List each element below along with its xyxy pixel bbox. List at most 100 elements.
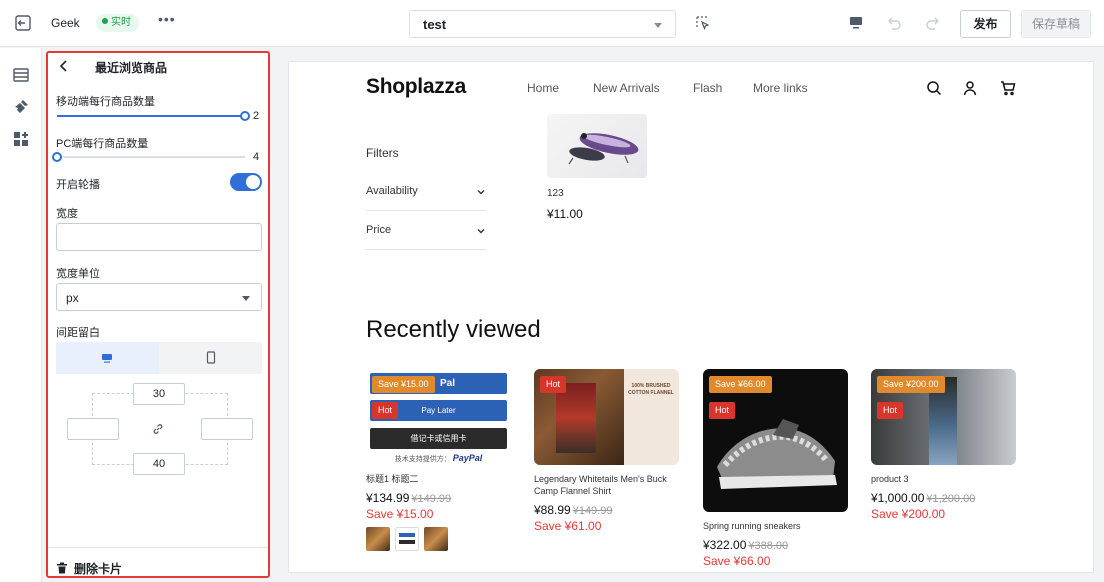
filter-price[interactable]: Price — [366, 224, 486, 236]
nav-new-arrivals[interactable]: New Arrivals — [593, 81, 660, 95]
carousel-toggle[interactable] — [230, 173, 262, 191]
card-price-row: ¥1,000.00 ¥1,200.00 — [871, 491, 1016, 505]
back-arrow-icon[interactable] — [58, 59, 70, 73]
paypal-brand: PayPal — [452, 453, 483, 463]
delete-card-button[interactable]: 删除卡片 — [56, 560, 123, 576]
width-unit-label: 宽度单位 — [56, 268, 100, 280]
product-card[interactable]: Save ¥66.00 Hot Spring running sneakers … — [703, 369, 848, 568]
exit-icon[interactable] — [14, 14, 32, 32]
spacing-top-input[interactable]: 30 — [133, 383, 185, 405]
card-product-name[interactable]: Legendary Whitetails Men's Buck Camp Fla… — [534, 473, 679, 497]
page-select[interactable]: test — [409, 10, 676, 38]
product-image[interactable]: Save ¥66.00 Hot — [703, 369, 848, 512]
variant-thumbnail[interactable] — [395, 527, 419, 551]
cart-icon[interactable] — [1000, 80, 1016, 96]
product-image[interactable]: Save ¥200.00 Hot — [871, 369, 1016, 465]
sections-icon[interactable] — [12, 66, 30, 84]
save-draft-button[interactable]: 保存草稿 — [1021, 10, 1091, 38]
chevron-down-icon — [242, 296, 250, 301]
mobile-per-row-slider[interactable] — [57, 111, 250, 121]
flannel-shirt-figure — [556, 383, 596, 453]
apps-icon[interactable] — [12, 130, 30, 148]
variant-thumbnails — [366, 527, 511, 551]
theme-style-icon[interactable] — [12, 98, 30, 116]
more-options-button[interactable]: ••• — [158, 11, 176, 27]
product-image[interactable] — [547, 114, 647, 178]
filter-price-label: Price — [366, 224, 392, 236]
chevron-down-icon — [477, 229, 485, 234]
card-compare-price: ¥1,200.00 — [926, 493, 976, 505]
status-dot-icon — [102, 18, 108, 24]
undo-icon[interactable] — [886, 15, 902, 31]
link-icon[interactable] — [152, 423, 164, 435]
element-picker-icon[interactable] — [696, 16, 710, 30]
page-select-value: test — [423, 17, 447, 32]
paypal-footer: 技术支持提供方： PayPal — [366, 453, 511, 464]
card-price-row: ¥88.99 ¥149.99 — [534, 503, 679, 517]
paypal-card-button: 借记卡或信用卡 — [370, 428, 507, 449]
product-image[interactable]: 100% BRUSHED COTTON FLANNEL Hot — [534, 369, 679, 465]
product-card[interactable]: 100% BRUSHED COTTON FLANNEL Hot Legendar… — [534, 369, 679, 533]
product-card[interactable]: Pal Pay Later 借记卡或信用卡 技术支持提供方： PayPal Sa… — [366, 369, 511, 551]
status-badge: 实时 — [96, 14, 139, 32]
card-price-row: ¥134.99 ¥149.99 — [366, 491, 511, 505]
store-logo[interactable]: Shoplazza — [366, 75, 466, 99]
width-unit-select[interactable]: px — [56, 283, 262, 311]
chevron-down-icon — [477, 190, 485, 195]
mobile-per-row-value: 2 — [253, 110, 260, 122]
pc-per-row-label: PC端每行商品数量 — [56, 138, 149, 150]
top-toolbar: Geek 实时 ••• test 发布 保存草稿 — [0, 0, 1104, 47]
search-icon[interactable] — [926, 80, 942, 96]
save-tag: Save ¥66.00 — [709, 376, 772, 393]
spacing-bottom-input[interactable]: 40 — [133, 453, 185, 475]
filter-availability[interactable]: Availability — [366, 185, 486, 197]
card-price: ¥88.99 — [534, 503, 571, 517]
hot-tag: Hot — [877, 402, 904, 419]
account-icon[interactable] — [962, 80, 978, 96]
status-badge-label: 实时 — [111, 17, 131, 28]
chevron-down-icon — [654, 23, 662, 28]
hot-tag: Hot — [540, 376, 567, 393]
pc-per-row-slider[interactable] — [52, 152, 245, 162]
thumb-stripe — [399, 533, 415, 537]
desktop-preview-icon[interactable] — [848, 15, 864, 31]
mobile-icon[interactable] — [205, 351, 217, 364]
carousel-label: 开启轮播 — [56, 179, 100, 191]
variant-thumbnail[interactable] — [424, 527, 448, 551]
variant-thumbnail[interactable] — [366, 527, 390, 551]
card-payment-label: 借记卡或信用卡 — [410, 434, 467, 443]
save-tag: Save ¥200.00 — [877, 376, 945, 393]
card-price: ¥322.00 — [703, 538, 747, 552]
slider-handle[interactable] — [240, 111, 250, 121]
card-price: ¥1,000.00 — [871, 491, 925, 505]
spacing-left-input[interactable] — [67, 418, 119, 440]
publish-button[interactable]: 发布 — [960, 10, 1011, 38]
product-image[interactable]: Pal Pay Later 借记卡或信用卡 技术支持提供方： PayPal Sa… — [366, 369, 511, 465]
pc-per-row-value: 4 — [253, 151, 260, 163]
card-save-text: Save ¥61.00 — [534, 519, 602, 533]
card-price-row: ¥322.00 ¥388.00 — [703, 538, 848, 552]
nav-flash[interactable]: Flash — [693, 81, 722, 95]
device-segmented-control — [56, 342, 262, 374]
section-settings-panel: 最近浏览商品 移动端每行商品数量 2 PC端每行商品数量 4 开启轮播 宽度 宽… — [46, 51, 270, 578]
save-tag: Save ¥15.00 — [372, 376, 435, 393]
spacing-right-input[interactable] — [201, 418, 253, 440]
product-card[interactable]: Save ¥200.00 Hot product 3 ¥1,000.00 ¥1,2… — [871, 369, 1016, 521]
delete-card-label: 删除卡片 — [74, 562, 123, 576]
redo-icon[interactable] — [925, 15, 941, 31]
card-save-text: Save ¥15.00 — [366, 507, 434, 521]
hot-tag: Hot — [372, 402, 399, 419]
slider-handle[interactable] — [52, 152, 62, 162]
product-name[interactable]: 123 — [547, 188, 564, 199]
desktop-icon — [102, 354, 112, 363]
card-product-name[interactable]: 标题1 标题二 — [366, 473, 511, 485]
card-save-text: Save ¥66.00 — [703, 554, 771, 568]
width-input[interactable] — [56, 223, 262, 251]
toggle-knob — [246, 175, 260, 189]
nav-home[interactable]: Home — [527, 81, 559, 95]
store-preview-canvas: Shoplazza Home New Arrivals Flash More l… — [289, 62, 1093, 572]
nav-more-links[interactable]: More links — [753, 81, 808, 95]
site-name: Geek — [51, 16, 80, 30]
card-product-name[interactable]: product 3 — [871, 473, 1016, 485]
card-product-name[interactable]: Spring running sneakers — [703, 520, 848, 532]
